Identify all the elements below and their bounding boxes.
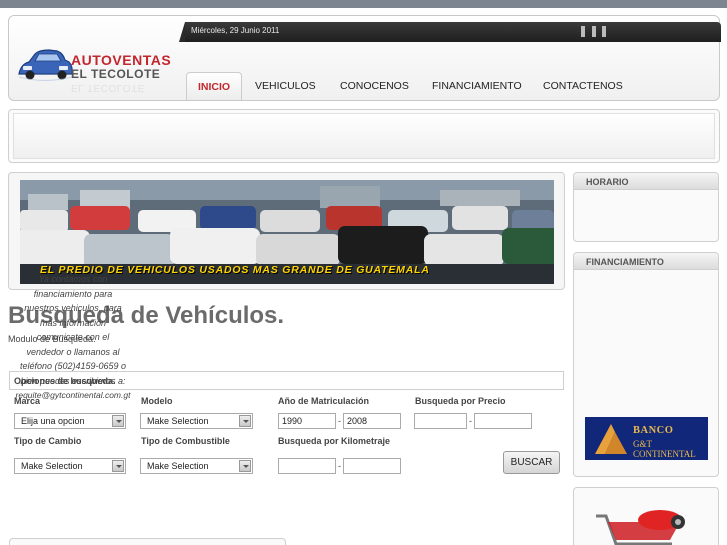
- modelo-select[interactable]: Make Selection: [140, 413, 253, 429]
- financiamiento-line: comunicate con el: [36, 332, 110, 342]
- financiamiento-line: nuestros vehiculos, para: [24, 303, 122, 313]
- combustible-select[interactable]: Make Selection: [140, 458, 253, 474]
- km-range-separator: -: [338, 461, 341, 471]
- bank-logo-name: G&T CONTINENTAL: [633, 439, 696, 459]
- financiamiento-email-link[interactable]: requite@gytcontinental.com.gt: [0, 388, 146, 403]
- financiamiento-text: Ya contamos con financiamiento para nues…: [0, 272, 146, 403]
- logo-reflection: EL TECOLOTE: [71, 82, 145, 93]
- logo-title: AUTOVENTAS: [71, 52, 172, 68]
- km-to-input[interactable]: [343, 458, 401, 474]
- cambio-select[interactable]: Make Selection: [14, 458, 126, 474]
- cart-panel: [573, 487, 719, 545]
- chevron-down-icon: [112, 460, 124, 472]
- shopping-cart-icon: [596, 510, 685, 545]
- modelo-select-value: Make Selection: [147, 416, 209, 426]
- sub-bar-inner: [13, 113, 715, 159]
- financiamiento-line: vendedor o llamanos al: [26, 346, 120, 357]
- date-bar: Miércoles, 29 Junio 2011: [179, 22, 721, 42]
- cambio-select-value: Make Selection: [21, 461, 83, 471]
- site-logo[interactable]: AUTOVENTAS EL TECOLOTE EL TECOLOTE: [9, 16, 181, 100]
- car-logo-icon: [18, 49, 73, 81]
- logo-subtitle: EL TECOLOTE: [71, 67, 161, 81]
- cambio-label: Tipo de Cambio: [14, 436, 82, 446]
- bar-icon-3: [602, 26, 606, 37]
- financiamiento-line: financiamiento para: [33, 288, 113, 299]
- nav-contactenos[interactable]: CONTACTENOS: [543, 72, 623, 100]
- bank-logo-text: BANCO: [633, 425, 674, 436]
- bank-emblem-icon: [595, 424, 627, 454]
- precio-from-input[interactable]: [414, 413, 467, 429]
- precio-to-input[interactable]: [474, 413, 532, 429]
- financiamiento-line: bien puedes escribirnos a:: [20, 375, 126, 386]
- chevron-down-icon: [239, 460, 251, 472]
- bottom-panel: [9, 538, 286, 545]
- anio-to-input[interactable]: 2008: [343, 413, 401, 429]
- buscar-button[interactable]: BUSCAR: [503, 451, 560, 474]
- bar-icon-2: [592, 26, 596, 37]
- top-strip: [0, 0, 727, 8]
- financiamiento-title: FINANCIAMIENTO: [574, 253, 718, 270]
- nav-inicio[interactable]: INICIO: [186, 72, 243, 100]
- precio-range-separator: -: [469, 416, 472, 426]
- marca-select[interactable]: Elija una opcion: [14, 413, 126, 429]
- bar-icons: [581, 26, 611, 38]
- bar-icon-1: [581, 26, 585, 37]
- horario-title: HORARIO: [574, 173, 718, 190]
- chevron-down-icon: [112, 415, 124, 427]
- nav-vehiculos[interactable]: VEHICULOS: [255, 72, 316, 100]
- km-from-input[interactable]: [278, 458, 336, 474]
- combustible-select-value: Make Selection: [147, 461, 209, 471]
- anio-label: Año de Matriculación: [278, 396, 370, 406]
- km-label: Busqueda por Kilometraje: [278, 436, 391, 446]
- horario-panel: HORARIO: [573, 172, 719, 242]
- current-date: Miércoles, 29 Junio 2011: [191, 26, 280, 35]
- nav-financiamiento[interactable]: FINANCIAMIENTO: [432, 72, 522, 100]
- precio-label: Busqueda por Precio: [415, 396, 506, 406]
- financiamiento-line: teléfono (502)4159-0659 o: [19, 361, 127, 371]
- chevron-down-icon: [239, 415, 251, 427]
- marca-select-value: Elija una opcion: [21, 416, 85, 426]
- site-header: AUTOVENTAS EL TECOLOTE EL TECOLOTE Miérc…: [8, 15, 721, 101]
- financiamiento-line: Ya contamos con: [38, 274, 108, 284]
- sub-bar: [8, 109, 720, 163]
- banner-image: EL PREDIO DE VEHICULOS USADOS MAS GRANDE…: [20, 180, 554, 284]
- anio-range-separator: -: [338, 416, 341, 426]
- combustible-label: Tipo de Combustible: [141, 436, 230, 446]
- financiamiento-line: más información: [39, 317, 107, 328]
- anio-from-input[interactable]: 1990: [278, 413, 336, 429]
- nav-conocenos[interactable]: CONOCENOS: [340, 72, 409, 100]
- bank-logo[interactable]: BANCO G&T CONTINENTAL: [585, 417, 708, 460]
